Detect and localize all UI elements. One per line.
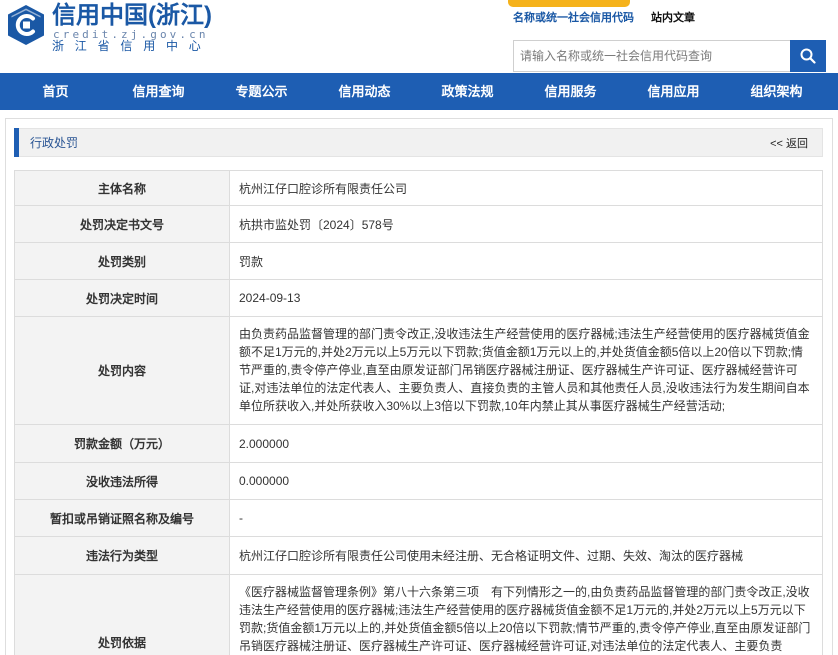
detail-value: 杭拱市监处罚〔2024〕578号	[239, 217, 394, 232]
detail-label: 处罚类别	[15, 243, 230, 279]
site-header: 信用中国(浙江) credit.zj.gov.cn 浙江省信用中心 名称或统一社…	[0, 0, 838, 73]
nav-item-policies[interactable]: 政策法规	[416, 73, 519, 110]
detail-row-decision-number: 处罚决定书文号 杭拱市监处罚〔2024〕578号	[15, 206, 822, 243]
detail-label: 处罚依据	[15, 575, 230, 655]
detail-value: 杭州江仔口腔诊所有限责任公司	[239, 181, 408, 196]
nav-item-credit-services[interactable]: 信用服务	[519, 73, 622, 110]
detail-row-penalty-content: 处罚内容 由负责药品监督管理的部门责令改正,没收违法生产经营使用的医疗器械;违法…	[15, 317, 822, 425]
detail-row-subject-name: 主体名称 杭州江仔口腔诊所有限责任公司	[15, 171, 822, 206]
detail-row-fine-amount: 罚款金额（万元） 2.000000	[15, 425, 822, 463]
detail-value: -	[239, 511, 243, 525]
detail-value: 杭州江仔口腔诊所有限责任公司使用未经注册、无合格证明文件、过期、失效、淘汰的医疗…	[239, 549, 744, 563]
site-title: 信用中国(浙江)	[52, 2, 212, 29]
detail-label: 没收违法所得	[15, 463, 230, 499]
search-tab-site-articles[interactable]: 站内文章	[651, 12, 695, 25]
detail-row-license-revoked: 暂扣或吊销证照名称及编号 -	[15, 500, 822, 537]
detail-row-penalty-type: 处罚类别 罚款	[15, 243, 822, 280]
detail-row-penalty-basis: 处罚依据 《医疗器械监督管理条例》第八十六条第三项 有下列情形之一的,由负责药品…	[15, 575, 822, 655]
search-input[interactable]	[513, 40, 790, 72]
detail-value: 《医疗器械监督管理条例》第八十六条第三项 有下列情形之一的,由负责药品监督管理的…	[239, 585, 811, 653]
detail-label: 暂扣或吊销证照名称及编号	[15, 500, 230, 536]
penalty-detail-table: 主体名称 杭州江仔口腔诊所有限责任公司 处罚决定书文号 杭拱市监处罚〔2024〕…	[14, 170, 823, 655]
detail-value: 2.000000	[239, 436, 290, 451]
nav-item-credit-query[interactable]: 信用查询	[107, 73, 210, 110]
detail-label: 罚款金额（万元）	[15, 425, 230, 462]
detail-label: 主体名称	[15, 171, 230, 205]
detail-label: 处罚决定时间	[15, 280, 230, 316]
section-accent-bar	[14, 128, 19, 157]
nav-item-credit-news[interactable]: 信用动态	[313, 73, 416, 110]
detail-value: 2024-09-13	[239, 291, 301, 305]
search-button[interactable]	[790, 40, 826, 72]
search-tab-active-indicator	[508, 0, 630, 7]
nav-item-home[interactable]: 首页	[4, 73, 107, 110]
detail-label: 处罚决定书文号	[15, 206, 230, 242]
detail-label: 处罚内容	[15, 317, 230, 424]
detail-row-violation-type: 违法行为类型 杭州江仔口腔诊所有限责任公司使用未经注册、无合格证明文件、过期、失…	[15, 537, 822, 575]
search-icon	[800, 48, 816, 64]
content-panel: 行政处罚 << 返回 主体名称 杭州江仔口腔诊所有限责任公司 处罚决定书文号 杭…	[5, 118, 833, 655]
page: 信用中国(浙江) credit.zj.gov.cn 浙江省信用中心 名称或统一社…	[0, 0, 838, 655]
detail-value: 罚款	[239, 254, 264, 269]
search-tab-credit-code[interactable]: 名称或统一社会信用代码	[513, 12, 634, 25]
nav-item-topic-publicity[interactable]: 专题公示	[210, 73, 313, 110]
detail-row-decision-date: 处罚决定时间 2024-09-13	[15, 280, 822, 317]
site-logo[interactable]: 信用中国(浙江) credit.zj.gov.cn 浙江省信用中心	[0, 0, 220, 60]
main-nav: 首页 信用查询 专题公示 信用动态 政策法规 信用服务 信用应用 组织架构	[0, 73, 838, 110]
site-org-name: 浙江省信用中心	[52, 39, 212, 53]
logo-icon	[6, 4, 46, 46]
nav-item-organization[interactable]: 组织架构	[725, 73, 828, 110]
nav-item-credit-applications[interactable]: 信用应用	[622, 73, 725, 110]
back-link[interactable]: << 返回	[770, 135, 808, 151]
section-title: 行政处罚	[30, 136, 79, 150]
detail-row-confiscated-income: 没收违法所得 0.000000	[15, 463, 822, 500]
detail-label: 违法行为类型	[15, 537, 230, 574]
detail-value: 由负责药品监督管理的部门责令改正,没收违法生产经营使用的医疗器械;违法生产经营使…	[239, 327, 810, 413]
detail-value: 0.000000	[239, 474, 290, 488]
section-header: 行政处罚 << 返回	[14, 128, 823, 157]
